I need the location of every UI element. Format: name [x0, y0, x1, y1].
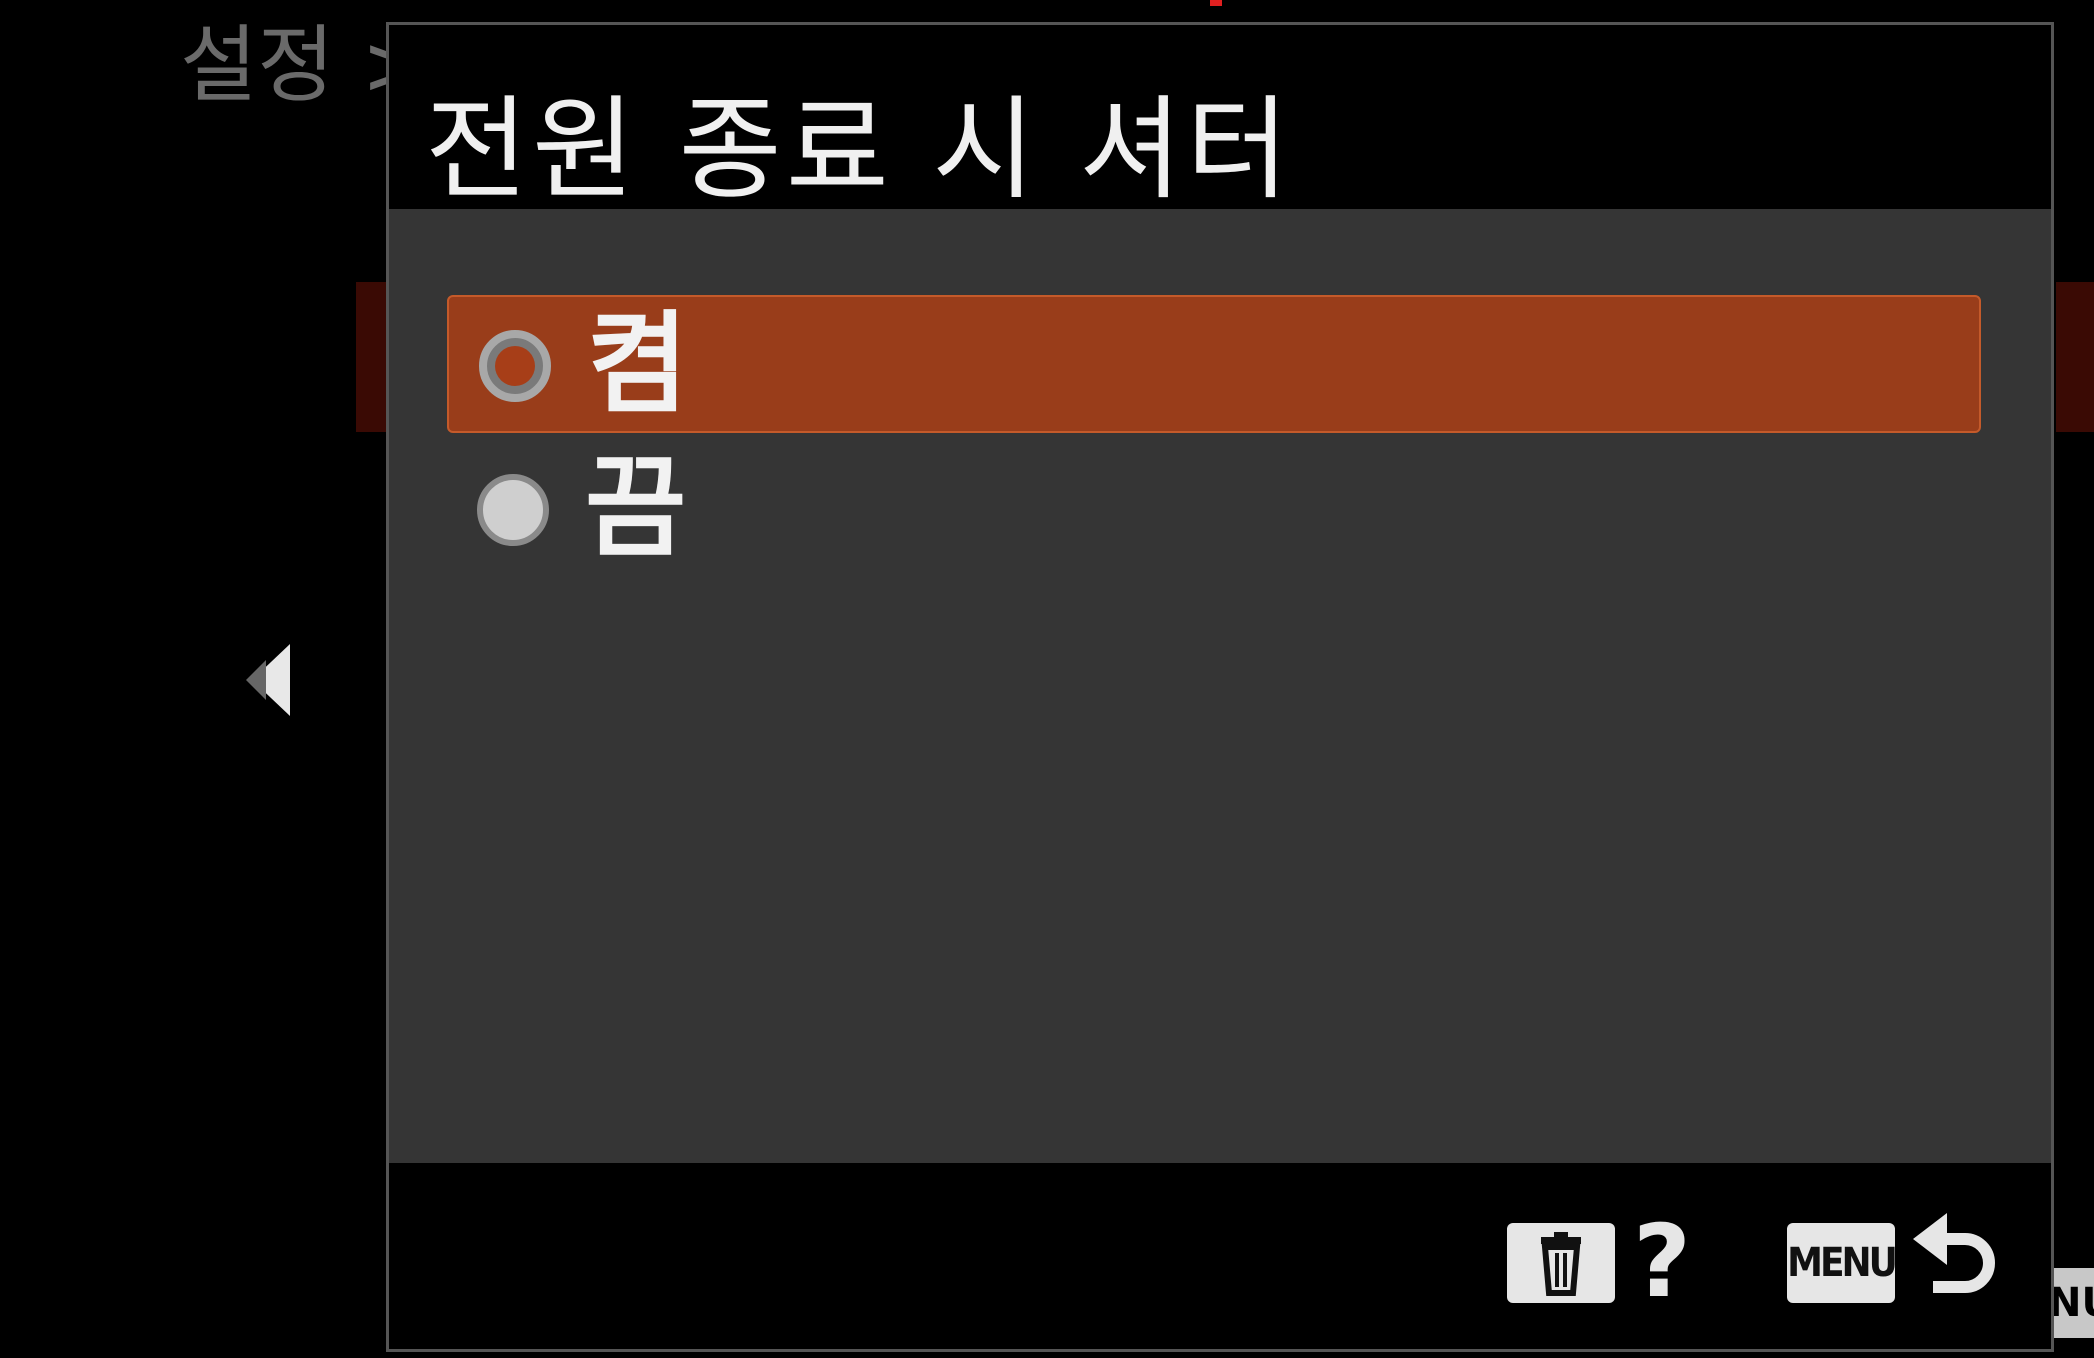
option-off[interactable]: 끔 [447, 441, 1981, 579]
dialog-title: 전원 종료 시 셔터 [425, 85, 1294, 215]
option-on[interactable]: 켬 [447, 295, 1981, 433]
radio-selected-icon [479, 330, 551, 402]
menu-button[interactable]: MENU [1787, 1223, 1898, 1303]
delete-help-button[interactable] [1507, 1223, 1615, 1303]
help-icon: ? [1633, 1203, 1692, 1320]
shutter-power-off-dialog: 전원 종료 시 셔터 켬 끔 ? MENU [386, 22, 2054, 1352]
radio-unselected-icon [477, 474, 549, 546]
background-menu-button: NU [2048, 1268, 2094, 1338]
option-label: 켬 [587, 300, 689, 428]
return-arrow-icon[interactable] [1909, 1209, 1999, 1309]
background-selected-row-edge [2056, 282, 2094, 432]
dialog-footer: ? MENU [389, 1163, 2051, 1349]
background-indicator-dot [1210, 0, 1222, 6]
option-label: 끔 [585, 444, 687, 572]
left-arrow-icon[interactable] [246, 640, 294, 720]
trash-icon [1541, 1232, 1581, 1296]
options-panel: 켬 끔 [389, 209, 2051, 1163]
camera-screen: 설정 > NU 전원 종료 시 셔터 켬 끔 [0, 0, 2094, 1358]
